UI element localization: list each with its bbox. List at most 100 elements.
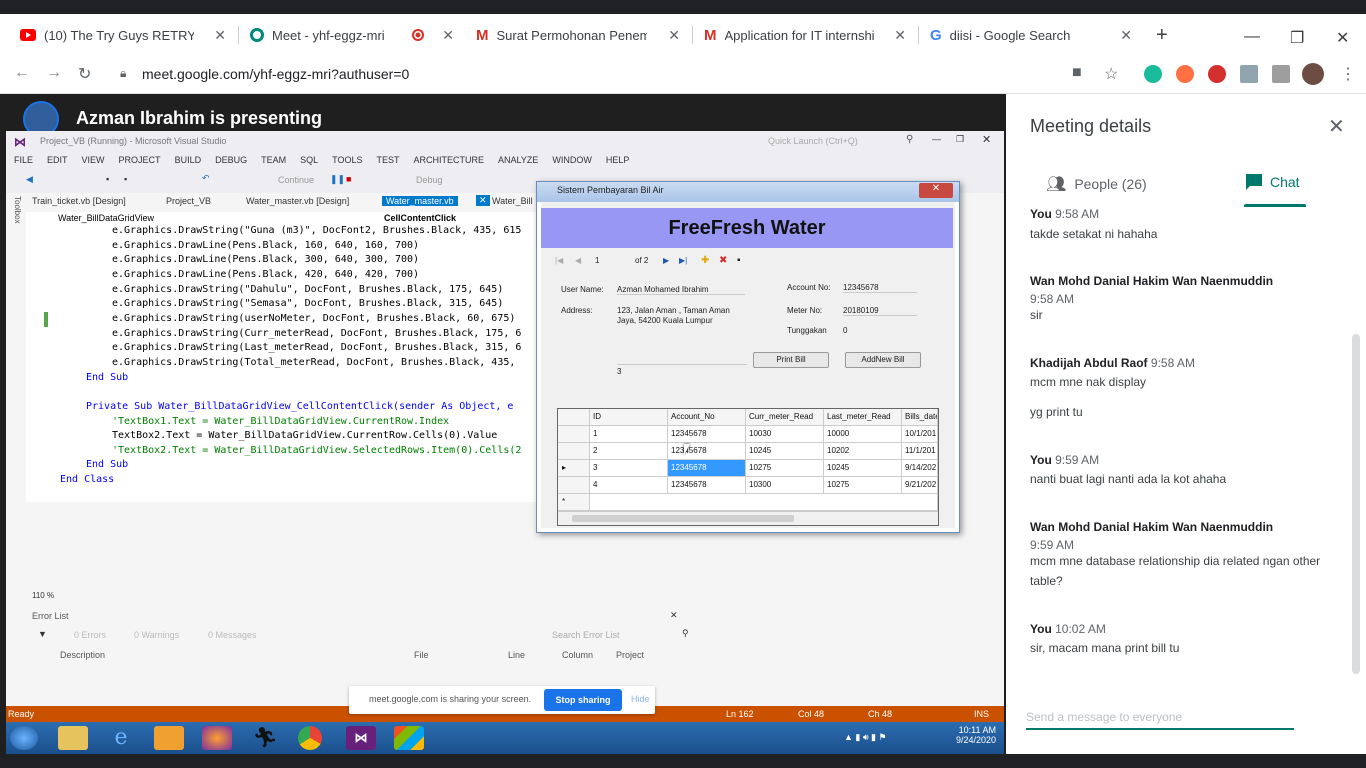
save-record-icon[interactable]: ▪ [737,255,741,266]
extensions-puzzle-icon[interactable] [1272,65,1290,83]
menu-item[interactable]: EDIT [47,155,68,165]
first-record-icon[interactable]: |◀ [555,256,563,265]
back-icon[interactable]: ◀ [26,174,33,185]
tab-application[interactable]: M Application for IT internship - ✕ [694,14,916,56]
chat-message-input[interactable]: Send a message to everyone [1026,710,1294,730]
tab-google-search[interactable]: G diisi - Google Search ✕ [920,14,1142,56]
chrome-icon[interactable] [298,726,322,750]
close-icon[interactable]: ✕ [214,27,226,44]
camera-icon[interactable]: ■ [1072,64,1082,82]
tab-people[interactable]: 👥︎ People (26) [1046,174,1147,194]
pause-icon[interactable]: ❚❚ [330,174,345,185]
menu-item[interactable]: TEAM [261,155,286,165]
vs-restore[interactable]: ❐ [956,134,964,145]
new-tab-button[interactable]: + [1156,24,1168,47]
grid-cell-selected[interactable]: 12345678 [668,460,746,477]
internet-explorer-icon[interactable]: e [106,726,136,750]
close-icon[interactable]: ✕ [442,27,454,44]
address-field[interactable]: 123, Jalan Aman , Taman Aman Jaya, 54200… [617,306,745,326]
back-icon[interactable]: ← [14,64,30,82]
menu-dots-icon[interactable]: ⋮ [1340,64,1356,84]
grid-cell[interactable]: 2 [590,443,668,460]
media-player-icon[interactable] [154,726,184,750]
messages-filter[interactable]: 0 Messages [208,630,257,640]
nav-dropdown-left[interactable]: Water_BillDataGridView [58,213,154,223]
grid-new-row[interactable] [590,494,938,511]
menu-item[interactable]: HELP [606,155,630,165]
debug-dropdown[interactable]: Debug [416,175,443,185]
grid-cell[interactable]: 9/14/202 [902,460,938,477]
extension-film-icon[interactable] [1240,65,1258,83]
toolbox-sidebar[interactable]: Toolbox [8,196,22,286]
close-icon[interactable]: ✕ [476,195,490,206]
grid-cell[interactable]: 10275 [824,477,902,494]
grid-cell[interactable]: 10030 [746,426,824,443]
grid-cell[interactable]: 1 [590,426,668,443]
save-icon[interactable]: ▪ [106,174,109,184]
col-description[interactable]: Description [60,650,105,660]
restore-button[interactable]: ❐ [1290,28,1304,48]
delete-record-icon[interactable]: ✖ [719,255,727,266]
grid-cell[interactable]: 12345678 [668,477,746,494]
tab-youtube[interactable]: (10) The Try Guys RETRY Baking ✕ [10,14,236,56]
zoom-level[interactable]: 110 % [32,591,54,600]
doc-tab[interactable]: Train_ticket.vb [Design] [32,196,126,206]
code-editor[interactable]: Water_BillDataGridView CellContentClick … [26,212,546,502]
file-explorer-icon[interactable] [58,726,88,750]
stick-figure-app-icon[interactable]: 🏃︎ [250,726,280,750]
grid-cell[interactable]: 10245 [746,443,824,460]
close-icon[interactable]: ✕ [670,610,678,621]
menu-item[interactable]: WINDOW [552,155,592,165]
menu-item[interactable]: TEST [376,155,399,165]
vs-minimize[interactable]: — [932,134,941,144]
menu-item[interactable]: TOOLS [332,155,362,165]
menu-item[interactable]: VIEW [82,155,105,165]
extension-m-icon[interactable] [1144,65,1162,83]
grid-cell[interactable]: 10000 [824,426,902,443]
col-line[interactable]: Line [508,650,525,660]
next-record-icon[interactable]: ▶ [663,256,669,265]
grid-cell[interactable]: 3 [590,460,668,477]
grid-cell[interactable]: 10300 [746,477,824,494]
grid-column-header[interactable]: Bills_date [902,409,938,426]
grid-column-header[interactable]: Last_meter_Read [824,409,902,426]
forward-icon[interactable]: → [46,64,62,82]
save-all-icon[interactable]: ▪ [124,174,127,184]
grid-cell[interactable]: 12345678 [668,443,746,460]
close-icon[interactable]: ✕ [1328,114,1345,139]
search-icon[interactable]: ⚲ [906,134,913,145]
reload-icon[interactable]: ↻ [78,64,91,84]
doc-tab[interactable]: Water_Bill [492,196,533,206]
grid-cell[interactable]: 10/1/201 [902,426,938,443]
grid-cell[interactable]: 10202 [824,443,902,460]
undo-icon[interactable]: ↶ [202,173,210,184]
warnings-filter[interactable]: 0 Warnings [134,630,179,640]
grid-cell[interactable]: 12345678 [668,426,746,443]
minimize-button[interactable]: — [1244,28,1260,46]
office-icon[interactable] [394,726,424,750]
grid-column-header[interactable]: Curr_meter_Read [746,409,824,426]
col-project[interactable]: Project [616,650,644,660]
grid-horizontal-scrollbar[interactable] [558,511,938,525]
grid-column-header[interactable]: ID [590,409,668,426]
filter-icon[interactable]: ▼ [38,629,47,639]
adblock-icon[interactable] [1208,65,1226,83]
tab-meet[interactable]: Meet - yhf-eggz-mri ✕ [240,14,464,56]
grid-row-header[interactable] [558,426,590,443]
menu-item[interactable]: PROJECT [119,155,161,165]
username-field[interactable]: Azman Mohamed Ibrahim [617,285,745,295]
window-close-button[interactable]: ✕ [1336,28,1349,48]
add-record-icon[interactable]: ✚ [701,255,709,266]
meter-field[interactable]: 20180109 [843,306,917,316]
menu-item[interactable]: SQL [300,155,318,165]
col-file[interactable]: File [414,650,429,660]
tab-chat[interactable]: Chat [1246,174,1300,190]
tunggakan-field[interactable]: 0 [843,326,917,335]
grid-cell[interactable]: 10275 [746,460,824,477]
start-button[interactable] [10,726,38,750]
tab-surat[interactable]: M Surat Permohonan Penempatan ✕ [466,14,690,56]
search-icon[interactable]: ⚲ [682,628,689,639]
bill-datagrid[interactable]: ID Account_No Curr_meter_Read Last_meter… [557,408,939,526]
winform-close-button[interactable]: ✕ [919,183,953,198]
clock-time[interactable]: 10:11 AM [956,725,996,735]
